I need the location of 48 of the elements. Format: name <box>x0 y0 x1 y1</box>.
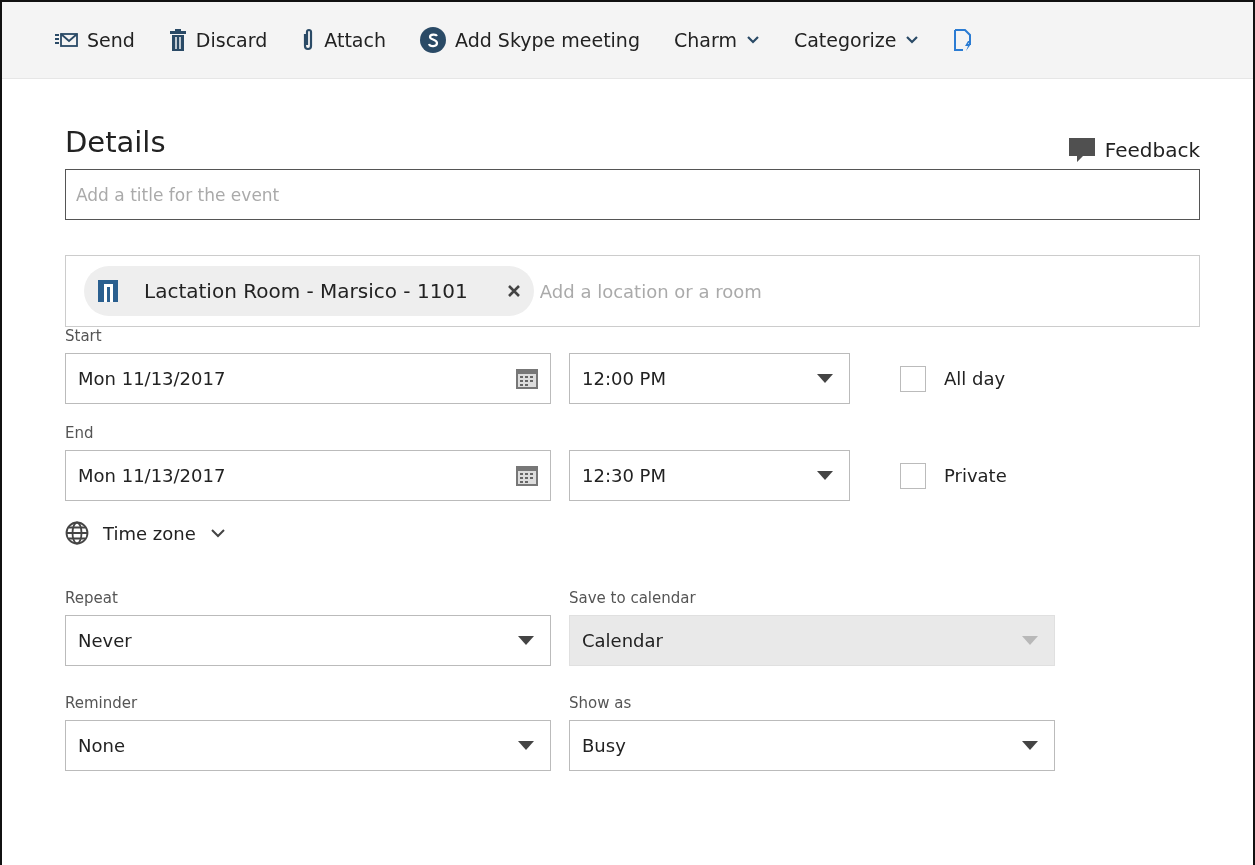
toolbar-button[interactable]: Send <box>50 29 153 51</box>
calendar-icon <box>516 465 538 486</box>
field-label: Repeat <box>65 589 119 609</box>
date-field[interactable]: Mon 11/13/2017 <box>65 450 551 501</box>
toolbar-button[interactable]: Discard <box>164 29 286 51</box>
document-lightning-icon <box>953 28 974 52</box>
chevron-icon <box>905 35 920 45</box>
field-label: Reminder <box>65 694 139 714</box>
chevron-icon <box>745 35 760 45</box>
checkbox[interactable] <box>900 462 926 489</box>
select-dropdown[interactable]: Busy <box>569 720 1055 771</box>
feedback-button[interactable]: Feedback <box>1068 137 1200 163</box>
date-field[interactable]: Mon 11/13/2017 <box>65 353 551 404</box>
section-title: Details <box>65 125 166 159</box>
dropdown-arrow-icon <box>1022 741 1038 750</box>
dropdown-arrow-icon <box>518 636 534 645</box>
checkbox[interactable] <box>900 365 926 392</box>
dropdown-arrow-icon <box>1022 636 1038 645</box>
close-icon <box>506 284 521 298</box>
dropdown-arrow-icon <box>518 741 534 750</box>
toolbar-button[interactable]: Add Skype meeting <box>416 27 658 53</box>
speech-bubble-icon <box>1068 137 1095 163</box>
globe-icon <box>65 521 89 545</box>
event-title-field[interactable]: Add a title for the event <box>65 169 1200 220</box>
time-dropdown[interactable]: 12:00 PM <box>569 353 850 404</box>
time-zone-toggle[interactable]: Time zone <box>65 521 226 545</box>
calendar-icon <box>516 368 538 389</box>
chevron-icon <box>209 528 226 538</box>
checkbox-label: Private <box>944 465 1007 486</box>
dropdown-arrow-icon <box>817 374 833 383</box>
time-dropdown[interactable]: 12:30 PM <box>569 450 850 501</box>
door-icon <box>98 280 118 302</box>
dropdown-arrow-icon <box>817 471 833 480</box>
location-name: Lactation Room - Marsico - 1101 <box>144 279 468 303</box>
toolbar-dropdown[interactable]: Charm <box>669 29 778 51</box>
field-label: Save to calendar <box>569 589 697 609</box>
toolbar-dropdown[interactable]: Categorize <box>789 29 938 51</box>
skype-icon <box>420 27 446 53</box>
send-icon <box>54 31 78 49</box>
checkbox-label: All day <box>944 368 1006 389</box>
select-dropdown[interactable]: None <box>65 720 551 771</box>
trash-icon <box>168 29 187 51</box>
select-dropdown[interactable]: Never <box>65 615 551 666</box>
location-field[interactable]: Add a location or a room <box>537 279 1199 303</box>
field-label: Start <box>65 327 103 347</box>
field-label: Show as <box>569 694 633 714</box>
toolbar-button[interactable]: Attach <box>297 28 404 52</box>
field-label: End <box>65 424 95 444</box>
